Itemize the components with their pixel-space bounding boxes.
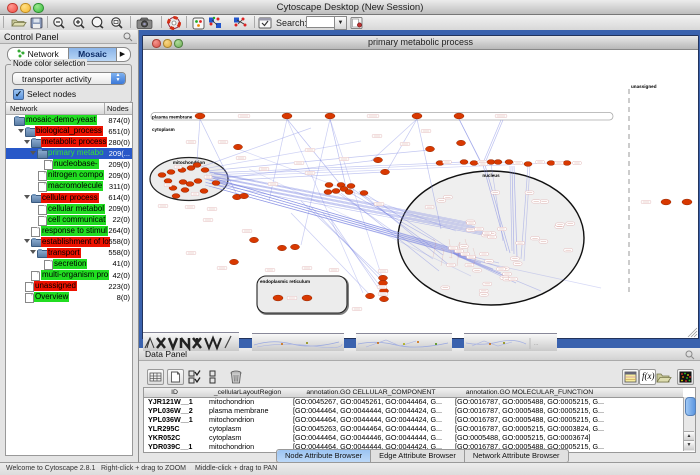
svg-text:cytoplasm: cytoplasm — [152, 127, 175, 132]
svg-text:unassigned: unassigned — [631, 84, 657, 89]
svg-text:plasma membrane: plasma membrane — [152, 114, 193, 119]
svg-text:...: ... — [534, 341, 538, 347]
svg-text:nucleus: nucleus — [482, 173, 500, 178]
svg-text:endoplasmic reticulum: endoplasmic reticulum — [260, 279, 310, 284]
